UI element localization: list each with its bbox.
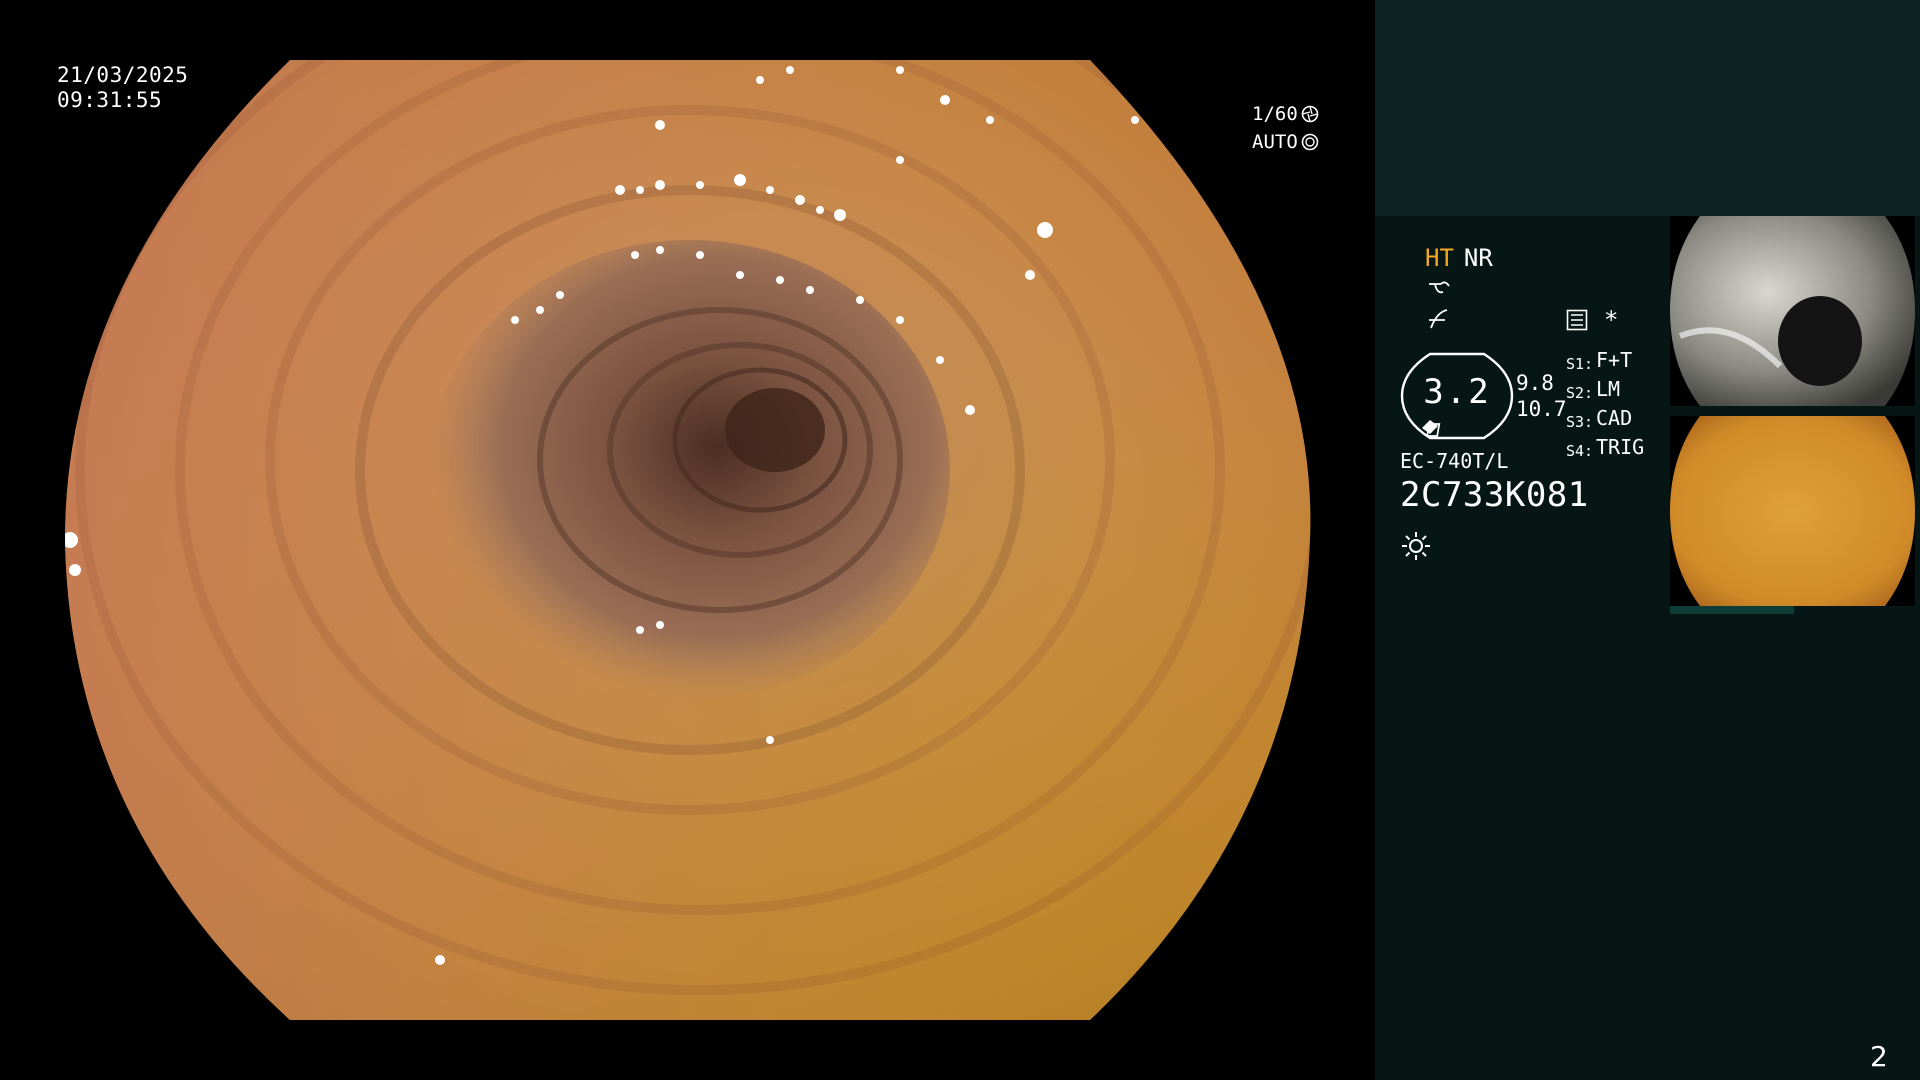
aperture-icon [1301, 105, 1319, 123]
switch-key: S2: [1566, 384, 1594, 402]
switch-value: F+T [1596, 348, 1633, 372]
switch-value: LM [1596, 377, 1621, 401]
switch-key: S1: [1566, 355, 1594, 373]
date-time-overlay: 21/03/2025 09:31:55 [57, 63, 188, 113]
endoscope-live-view: 21/03/2025 09:31:55 1/60 AUTO [0, 0, 1375, 1080]
time-text: 09:31:55 [57, 88, 163, 112]
shutter-speed-text: 1/60 [1252, 103, 1298, 125]
gauge-side-values: 9.8 10.7 [1516, 370, 1567, 422]
shutter-row: 1/60 [1252, 100, 1319, 128]
scope-switch-list: S1: F+T S2: LM S3: CAD S4: TRIG [1566, 348, 1644, 464]
enhancement-value: 3.2 [1423, 372, 1491, 412]
brightness-icon [1402, 532, 1430, 560]
mode-ht-label: HT [1425, 244, 1454, 272]
asterisk-marker: * [1604, 306, 1619, 334]
scope-serial-number: 2C733K081 [1400, 475, 1589, 515]
scope-model: EC-740T/L [1400, 449, 1509, 473]
thumbnail-image [1670, 416, 1915, 606]
side-value-top: 9.8 [1516, 371, 1554, 395]
contrast-curve-icon [1429, 309, 1448, 329]
settings-list-icon [1566, 309, 1588, 331]
structure-enhance-icon [1429, 281, 1450, 294]
iris-mode-text: AUTO [1252, 131, 1298, 153]
captured-thumbnail-1[interactable] [1670, 216, 1915, 406]
thumbnail-selection-bar [1670, 606, 1794, 614]
mode-nr-label: NR [1463, 244, 1493, 272]
image-mode-row: HT NR [1425, 244, 1493, 272]
iris-row: AUTO [1252, 128, 1319, 156]
side-value-bottom: 10.7 [1516, 397, 1567, 421]
switch-value: TRIG [1596, 435, 1645, 459]
switch-key: S3: [1566, 413, 1594, 431]
endoscopy-screen: 21/03/2025 09:31:55 1/60 AUTO HT NR 3.2 … [0, 0, 1920, 1080]
endoscopic-image [65, 60, 1311, 1020]
switch-s1: S1: F+T [1566, 348, 1644, 377]
exposure-overlay: 1/60 AUTO [1252, 100, 1319, 156]
switch-value: CAD [1596, 406, 1633, 430]
date-text: 21/03/2025 [57, 63, 189, 87]
captured-thumbnail-2[interactable] [1670, 416, 1915, 606]
info-panel-header-band [1375, 0, 1920, 216]
switch-s2: S2: LM [1566, 377, 1644, 406]
thumbnail-image [1670, 216, 1915, 406]
page-number: 2 [1870, 1040, 1888, 1073]
settings-icons-row: * [1566, 306, 1618, 334]
switch-s4: S4: TRIG [1566, 435, 1644, 464]
switch-key: S4: [1566, 442, 1594, 460]
iris-icon [1301, 133, 1319, 151]
switch-s3: S3: CAD [1566, 406, 1644, 435]
